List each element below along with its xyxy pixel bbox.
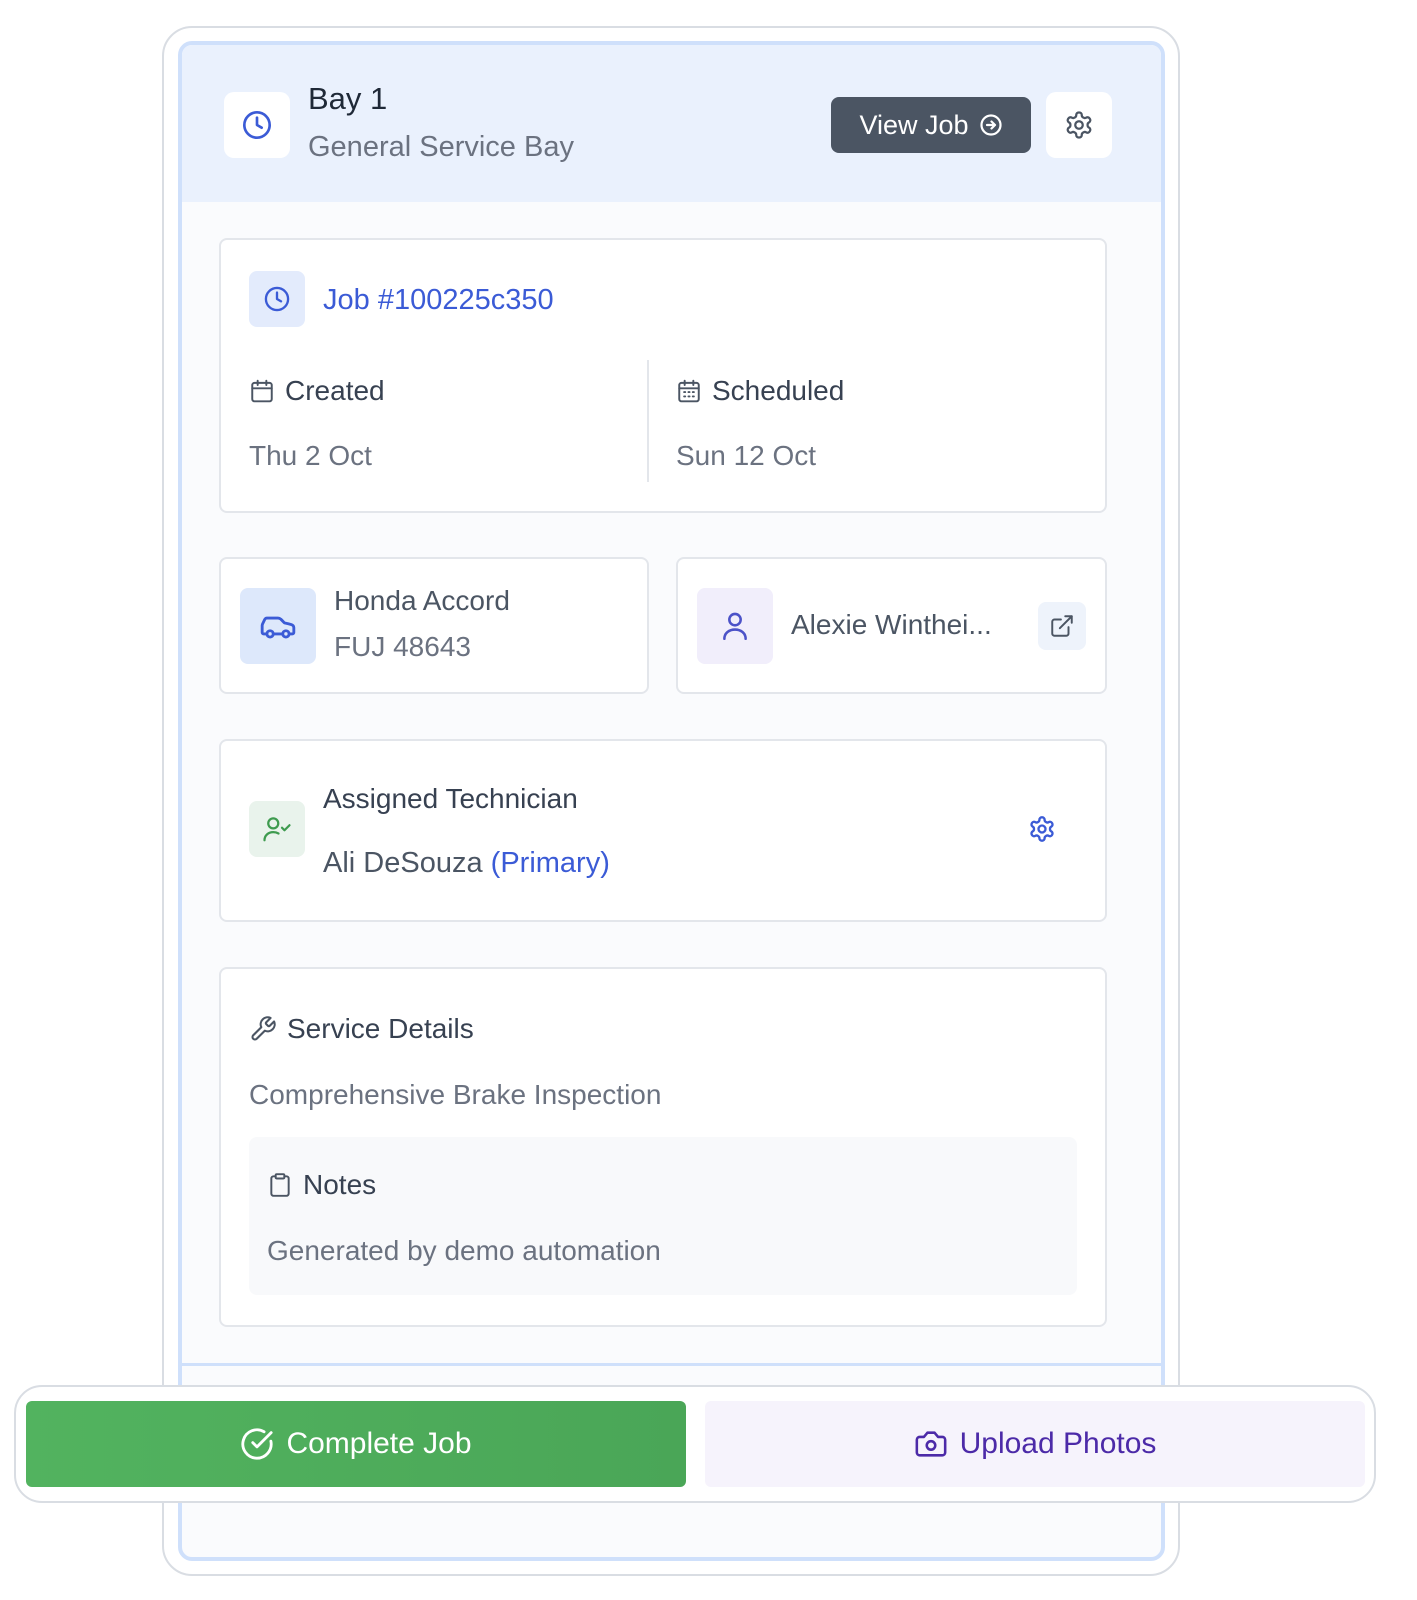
- wrench-icon: [249, 1015, 277, 1043]
- job-summary-panel: Job #100225c350 Created Thu 2 Oct Schedu…: [219, 238, 1107, 513]
- customer-panel: Alexie Winthei...: [676, 557, 1107, 694]
- meta-divider: [647, 360, 649, 482]
- technician-panel: Assigned Technician Ali DeSouza (Primary…: [219, 739, 1107, 922]
- calendar-grid-icon: [676, 378, 702, 404]
- bay-header: Bay 1 General Service Bay View Job: [182, 45, 1161, 202]
- user-icon: [697, 588, 773, 664]
- arrow-circle-right-icon: [979, 113, 1003, 137]
- clock-icon: [224, 92, 290, 158]
- job-number-link[interactable]: Job #100225c350: [323, 284, 554, 317]
- scheduled-label: Scheduled: [676, 375, 844, 407]
- technician-title: Assigned Technician: [323, 783, 578, 814]
- technician-settings-button[interactable]: [1027, 814, 1057, 844]
- technician-role: (Primary): [490, 847, 610, 879]
- gear-icon: [1028, 815, 1056, 843]
- action-bar: Complete Job Upload Photos: [14, 1385, 1376, 1503]
- notes-box: Notes Generated by demo automation: [249, 1137, 1077, 1295]
- open-customer-button[interactable]: [1038, 602, 1086, 650]
- created-value: Thu 2 Oct: [249, 440, 372, 471]
- calendar-icon: [249, 378, 275, 404]
- complete-job-button[interactable]: Complete Job: [26, 1401, 686, 1487]
- check-circle-icon: [240, 1427, 274, 1461]
- notes-title: Notes: [267, 1169, 376, 1201]
- gear-icon: [1064, 110, 1094, 140]
- scheduled-value: Sun 12 Oct: [676, 440, 817, 471]
- upload-photos-button[interactable]: Upload Photos: [705, 1401, 1365, 1487]
- vehicle-plate: FUJ 48643: [334, 631, 471, 662]
- clock-icon: [249, 271, 305, 327]
- view-job-label: View Job: [859, 109, 969, 140]
- bay-settings-button[interactable]: [1046, 92, 1112, 158]
- customer-name: Alexie Winthei...: [791, 609, 992, 640]
- view-job-button[interactable]: View Job: [831, 97, 1031, 153]
- car-icon: [240, 588, 316, 664]
- complete-job-label: Complete Job: [286, 1427, 472, 1460]
- camera-icon: [914, 1427, 948, 1461]
- technician-name: Ali DeSouza: [323, 847, 483, 879]
- bay-subtitle: General Service Bay: [308, 131, 574, 163]
- external-link-icon: [1049, 613, 1075, 639]
- upload-photos-label: Upload Photos: [959, 1427, 1157, 1460]
- service-details-title: Service Details: [249, 1013, 474, 1045]
- service-description: Comprehensive Brake Inspection: [249, 1079, 662, 1110]
- clipboard-icon: [267, 1172, 293, 1198]
- created-label: Created: [249, 375, 385, 407]
- user-check-icon: [249, 801, 305, 857]
- bay-title: Bay 1: [308, 81, 388, 116]
- service-details-panel: Service Details Comprehensive Brake Insp…: [219, 967, 1107, 1327]
- vehicle-panel[interactable]: Honda Accord FUJ 48643: [219, 557, 649, 694]
- notes-text: Generated by demo automation: [267, 1235, 661, 1266]
- card-separator: [182, 1363, 1161, 1366]
- bay-card: Bay 1 General Service Bay View Job Job #…: [178, 41, 1165, 1561]
- technician-name-line: Ali DeSouza (Primary): [323, 847, 610, 880]
- vehicle-name: Honda Accord: [334, 585, 510, 616]
